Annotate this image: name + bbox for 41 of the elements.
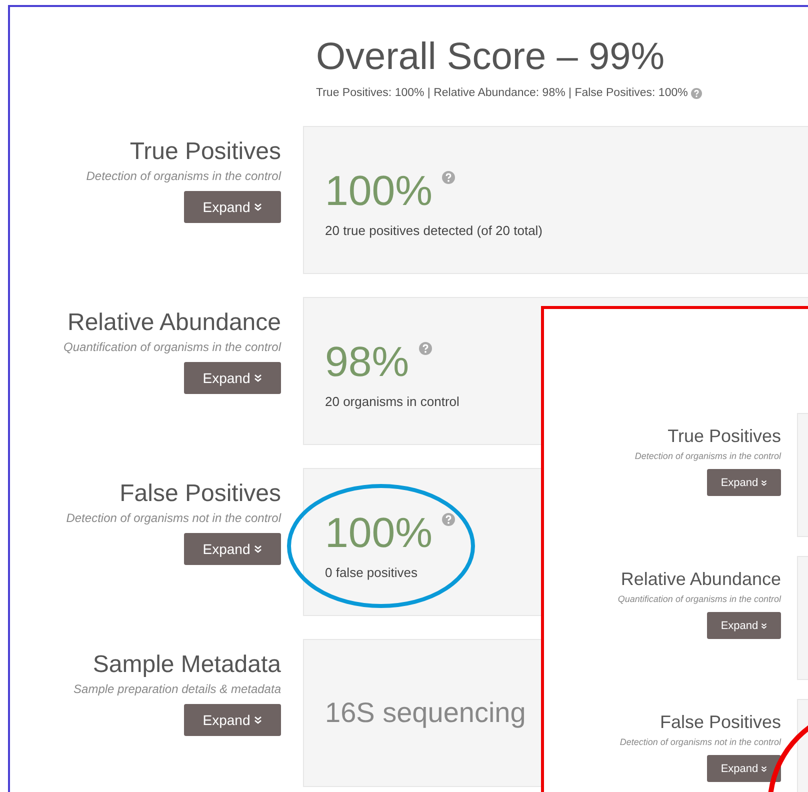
metadata-value: 16S sequencing	[325, 697, 526, 729]
section-subtitle: Detection of organisms in the control	[634, 451, 781, 461]
score-value: 100%	[325, 166, 432, 214]
section-title: Relative Abundance	[68, 309, 281, 337]
section-subtitle: Detection of organisms not in the control	[66, 511, 281, 525]
help-icon[interactable]	[419, 342, 432, 354]
section-title: False Positives	[660, 711, 781, 733]
section-subtitle: Detection of organisms not in the control	[620, 737, 781, 747]
section-title: False Positives	[120, 480, 281, 508]
expand-button[interactable]: Expand	[184, 362, 281, 394]
chevron-down-icon	[761, 766, 768, 772]
chevron-down-icon	[254, 374, 262, 382]
score-summary: True Positives: 100% | Relative Abundance: 98% | False Positives: 100%	[316, 87, 688, 99]
section-subtitle: Sample preparation details & metadata	[74, 682, 281, 696]
expand-button[interactable]: Expand	[707, 612, 781, 639]
section-subtitle: Quantification of organisms in the control	[618, 594, 781, 604]
expand-button[interactable]: Expand	[707, 469, 781, 496]
help-icon[interactable]	[690, 88, 702, 98]
score-value: 100%	[325, 508, 432, 556]
page-title: Overall Score – 99%	[316, 35, 666, 79]
section-subtitle: Detection of organisms in the control	[86, 169, 281, 183]
section-title: True Positives	[668, 425, 781, 447]
score-detail: 20 organisms in control	[325, 394, 460, 408]
help-icon[interactable]	[442, 512, 456, 526]
chevron-down-icon	[254, 545, 262, 553]
chevron-down-icon	[761, 622, 768, 628]
section-title: Relative Abundance	[620, 568, 781, 590]
chevron-down-icon	[254, 203, 262, 211]
section-title: Sample Metadata	[92, 651, 281, 679]
score-detail: 20 true positives detected (of 20 total)	[325, 222, 543, 238]
expand-button[interactable]: Expand	[184, 191, 281, 223]
section-title: True Positives	[130, 138, 281, 166]
expand-button[interactable]: Expand	[184, 704, 281, 736]
expand-button[interactable]: Expand	[707, 755, 781, 782]
score-detail: 0 false positives	[325, 564, 418, 580]
section-subtitle: Quantification of organisms in the control	[64, 340, 281, 354]
chevron-down-icon	[254, 716, 262, 724]
help-icon[interactable]	[442, 170, 456, 184]
expand-button[interactable]: Expand	[184, 533, 281, 565]
chevron-down-icon	[761, 480, 768, 486]
score-value: 98%	[325, 338, 410, 386]
